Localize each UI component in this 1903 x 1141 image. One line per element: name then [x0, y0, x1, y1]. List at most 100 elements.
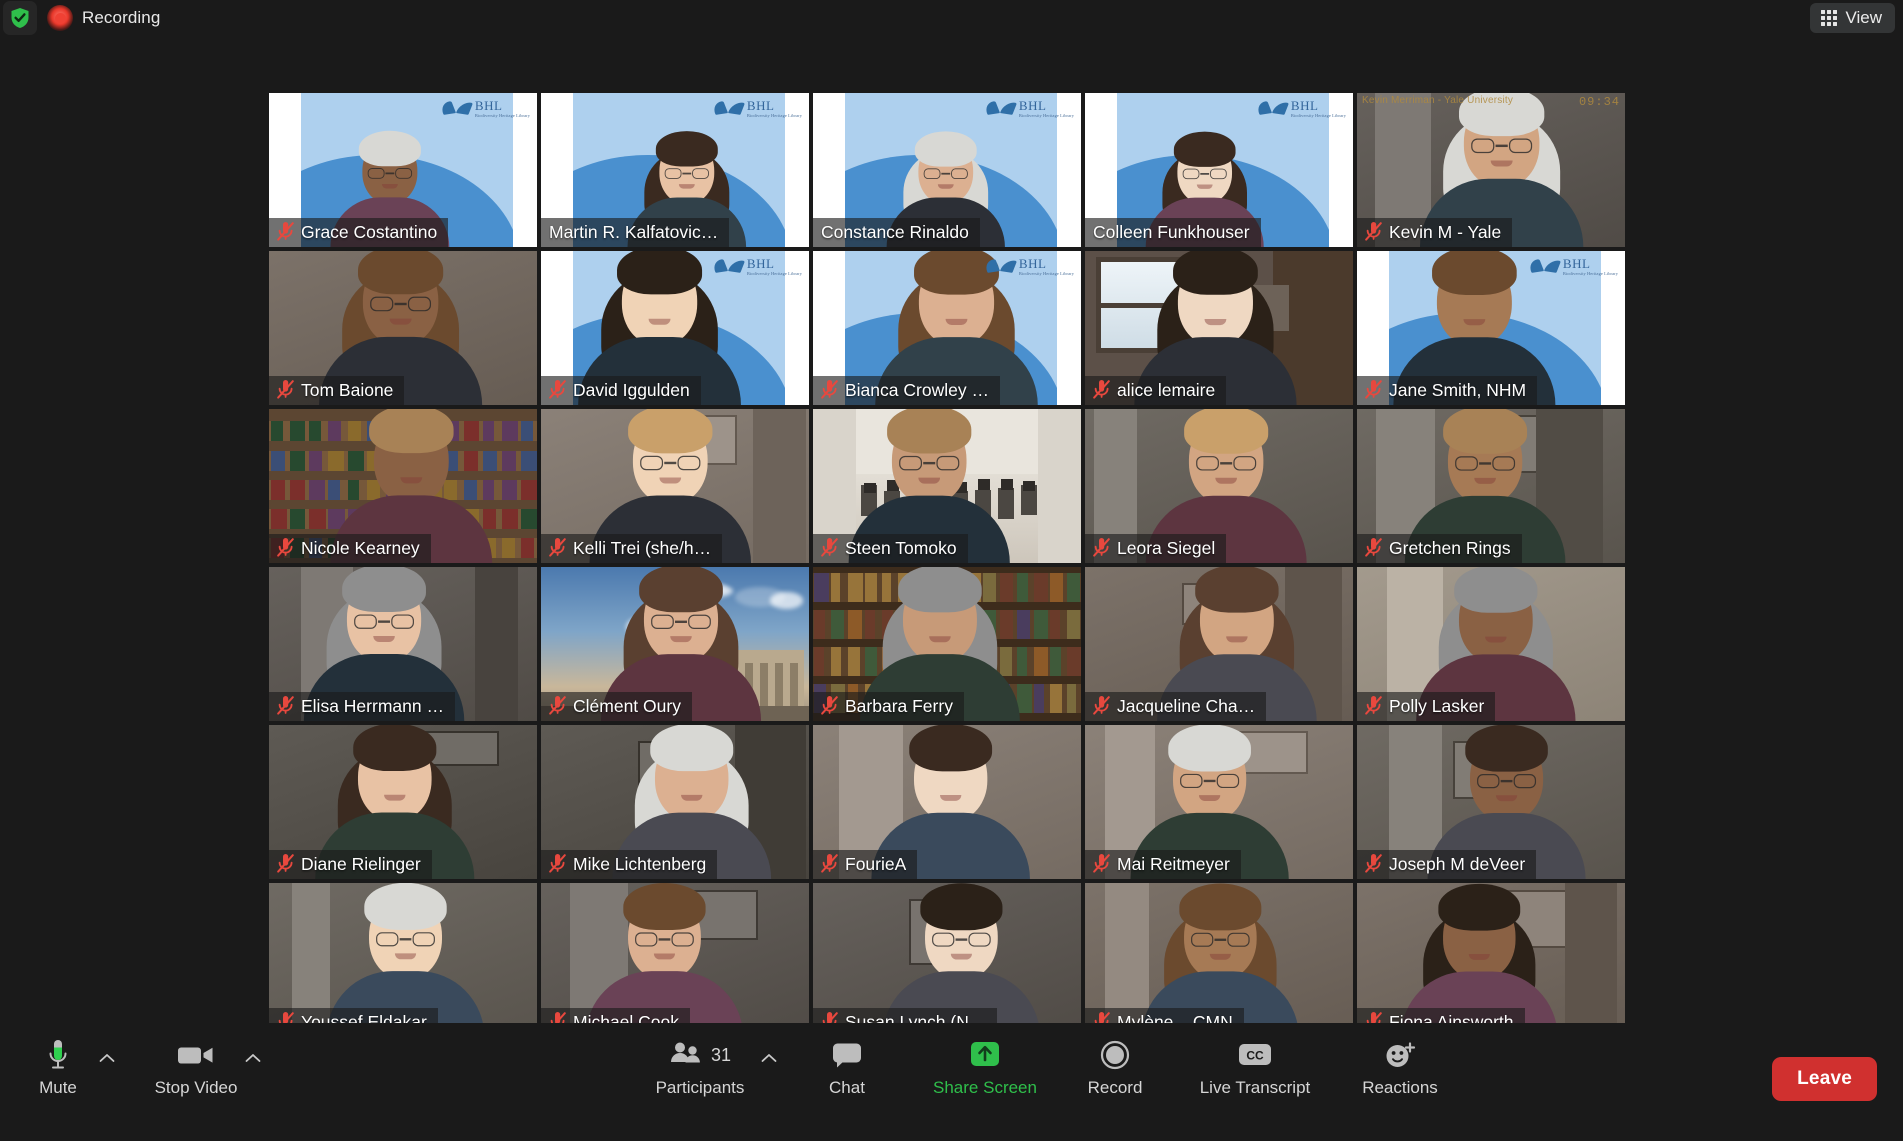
live-transcript-button[interactable]: CC Live Transcript: [1175, 1023, 1335, 1098]
audio-options-caret[interactable]: [98, 1049, 116, 1067]
participant-tile[interactable]: BHL Biodiversity Heritage Library David I…: [541, 251, 809, 405]
record-label: Record: [1087, 1078, 1143, 1097]
bhl-logo: BHL Biodiversity Heritage Library: [438, 99, 530, 118]
participants-options-caret[interactable]: [760, 1049, 778, 1067]
stop-video-button[interactable]: Stop Video: [148, 1023, 244, 1098]
participant-tile[interactable]: FourieA: [813, 725, 1081, 879]
participant-tile[interactable]: Diane Rielinger: [269, 725, 537, 879]
participant-tile[interactable]: Jacqueline Cha…: [1085, 567, 1353, 721]
participant-name: Grace Costantino: [301, 221, 438, 242]
participant-tile[interactable]: Fiona Ainsworth: [1357, 883, 1625, 1037]
svg-text:CC: CC: [1246, 1049, 1264, 1063]
participant-tile[interactable]: Leora Siegel: [1085, 409, 1353, 563]
mute-icon: [1093, 538, 1110, 558]
participant-name-bar: Mike Lichtenberg: [541, 849, 718, 879]
participant-name: Gretchen Rings: [1389, 537, 1511, 558]
participant-name-bar: Martin R. Kalfatovic…: [541, 217, 730, 247]
live-transcript-label: Live Transcript: [1199, 1078, 1311, 1097]
chat-button[interactable]: Chat: [799, 1023, 895, 1098]
participant-tile[interactable]: Gretchen Rings: [1357, 409, 1625, 563]
participant-tile[interactable]: Kevin Merriman - Yale University 09:34 K…: [1357, 93, 1625, 247]
participant-name: Jacqueline Cha…: [1117, 695, 1256, 716]
participant-tile[interactable]: Mike Lichtenberg: [541, 725, 809, 879]
participant-name-bar: Elisa Herrmann …: [269, 691, 455, 721]
participant-tile[interactable]: Steen Tomoko: [813, 409, 1081, 563]
participant-tile[interactable]: Susan Lynch (N…: [813, 883, 1081, 1037]
meeting-top-bar: Recording View: [0, 0, 1903, 36]
record-circle-icon: [1100, 1035, 1130, 1075]
participant-tile[interactable]: Elisa Herrmann …: [269, 567, 537, 721]
participant-name-bar: Joseph M deVeer: [1357, 849, 1537, 879]
participants-icon: [669, 1041, 703, 1070]
mute-icon: [1365, 538, 1382, 558]
participant-tile[interactable]: Tom Baione: [269, 251, 537, 405]
participant-tile[interactable]: Michael Cook: [541, 883, 809, 1037]
participant-name-bar: Kevin M - Yale: [1357, 217, 1513, 247]
participant-name-bar: Jacqueline Cha…: [1085, 691, 1267, 721]
participant-name-bar: Leora Siegel: [1085, 533, 1227, 563]
mute-icon: [821, 854, 838, 874]
participant-tile[interactable]: BHL Biodiversity Heritage Library Jane Sm…: [1357, 251, 1625, 405]
mute-icon: [1093, 854, 1110, 874]
participant-name-bar: Diane Rielinger: [269, 849, 432, 879]
mute-button[interactable]: Mute: [10, 1023, 106, 1098]
participant-name: Elisa Herrmann …: [301, 695, 444, 716]
share-screen-arrow-icon: [969, 1035, 1001, 1075]
participant-name: Joseph M deVeer: [1389, 853, 1526, 874]
participant-name-bar: Clément Oury: [541, 691, 692, 721]
participant-tile[interactable]: Nicole Kearney: [269, 409, 537, 563]
recording-indicator[interactable]: Recording: [47, 5, 160, 31]
participant-name: Martin R. Kalfatovic…: [549, 221, 719, 242]
mute-icon: [821, 380, 838, 400]
participant-name-bar: FourieA: [813, 849, 918, 879]
participant-name-bar: Jane Smith, NHM: [1357, 375, 1538, 405]
participant-name: Kevin M - Yale: [1389, 221, 1502, 242]
participant-name: Jane Smith, NHM: [1389, 379, 1527, 400]
participant-tile[interactable]: alice lemaire: [1085, 251, 1353, 405]
video-options-caret[interactable]: [244, 1049, 262, 1067]
participant-tile[interactable]: Kelli Trei (she/h…: [541, 409, 809, 563]
participant-tile[interactable]: Polly Lasker: [1357, 567, 1625, 721]
participant-tile[interactable]: Clément Oury: [541, 567, 809, 721]
mute-icon: [277, 854, 294, 874]
bhl-logo: BHL Biodiversity Heritage Library: [710, 99, 802, 118]
participant-name: Mike Lichtenberg: [573, 853, 707, 874]
reactions-button[interactable]: Reactions: [1330, 1023, 1470, 1098]
participant-name: Mai Reitmeyer: [1117, 853, 1230, 874]
participant-tile[interactable]: BHL Biodiversity Heritage Library Bianca …: [813, 251, 1081, 405]
participant-tile[interactable]: BHL Biodiversity Heritage Library Constan…: [813, 93, 1081, 247]
share-screen-button[interactable]: Share Screen: [905, 1023, 1065, 1098]
participants-count: 31: [710, 1044, 732, 1065]
participant-tile[interactable]: Youssef Eldakar: [269, 883, 537, 1037]
view-button-label: View: [1845, 8, 1882, 27]
participant-tile[interactable]: Joseph M deVeer: [1357, 725, 1625, 879]
mute-label: Mute: [39, 1078, 77, 1097]
view-button[interactable]: View: [1810, 3, 1895, 33]
participant-tile[interactable]: BHL Biodiversity Heritage Library Colleen…: [1085, 93, 1353, 247]
participant-name-bar: alice lemaire: [1085, 375, 1227, 405]
security-shield-icon[interactable]: [3, 1, 37, 35]
recording-dot-icon: [47, 5, 73, 31]
participant-name-bar: Tom Baione: [269, 375, 405, 405]
participant-name-bar: Constance Rinaldo: [813, 217, 980, 247]
mute-icon: [1093, 696, 1110, 716]
participant-name-bar: Polly Lasker: [1357, 691, 1496, 721]
participant-name: David Iggulden: [573, 379, 690, 400]
leave-button[interactable]: Leave: [1772, 1057, 1877, 1101]
participant-name: Diane Rielinger: [301, 853, 421, 874]
participant-tile[interactable]: Barbara Ferry: [813, 567, 1081, 721]
meeting-controls-toolbar: Mute Stop Video 31 Participants Chat Sha…: [0, 1023, 1903, 1141]
mute-icon: [1365, 854, 1382, 874]
mute-icon: [549, 538, 566, 558]
participant-tile[interactable]: Mai Reitmeyer: [1085, 725, 1353, 879]
participant-name: Barbara Ferry: [845, 695, 953, 716]
participants-button[interactable]: 31 Participants: [640, 1023, 760, 1098]
participant-tile[interactable]: Mylène _ CMN: [1085, 883, 1353, 1037]
record-button[interactable]: Record: [1067, 1023, 1163, 1098]
zoom-meeting-window: Recording View BHL Biodiversity Heritage …: [0, 0, 1903, 1141]
mute-icon: [1093, 380, 1110, 400]
chat-label: Chat: [829, 1078, 865, 1097]
participant-name: Constance Rinaldo: [821, 221, 969, 242]
participant-tile[interactable]: BHL Biodiversity Heritage Library Grace C…: [269, 93, 537, 247]
participant-tile[interactable]: BHL Biodiversity Heritage Library Martin …: [541, 93, 809, 247]
